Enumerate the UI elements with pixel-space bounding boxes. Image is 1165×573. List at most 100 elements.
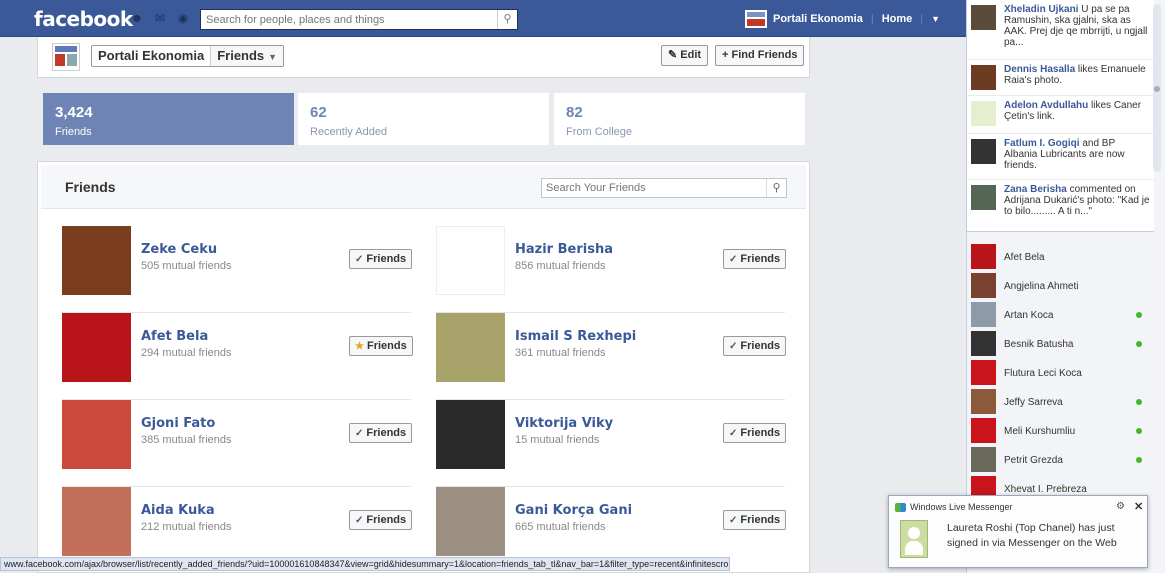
- global-search-input[interactable]: [201, 10, 491, 29]
- friends-button-label: Friends: [740, 253, 781, 265]
- chat-contact[interactable]: Angjelina Ahmeti: [967, 273, 1154, 302]
- page-avatar[interactable]: [745, 10, 767, 28]
- ticker-text: Xheladin Ujkani U pa se pa Ramushin, ska…: [1004, 4, 1150, 48]
- friends-button[interactable]: ✓ Friends: [349, 249, 413, 269]
- ticker-scrollbar[interactable]: [1153, 4, 1161, 172]
- friend-name[interactable]: Hazir Berisha: [515, 242, 613, 257]
- facebook-logo[interactable]: facebook: [34, 7, 133, 31]
- check-icon: ✓: [729, 428, 738, 439]
- mutual-friends[interactable]: 665 mutual friends: [515, 521, 606, 533]
- friend-name[interactable]: Viktorija Viky: [515, 416, 613, 431]
- nav-page-name[interactable]: Portali Ekonomia: [773, 13, 863, 25]
- pencil-icon: ✎: [668, 49, 678, 61]
- chat-contact[interactable]: Flutura Leci Koca: [967, 360, 1154, 389]
- chevron-down-icon: ▼: [268, 52, 278, 62]
- friends-button[interactable]: ✓ Friends: [723, 510, 787, 530]
- friend-name[interactable]: Gani Korça Gani: [515, 503, 632, 518]
- stat-count: 82: [566, 104, 583, 121]
- chat-avatar: [971, 389, 996, 414]
- friend-photo[interactable]: [436, 313, 505, 382]
- messenger-notification[interactable]: Windows Live Messenger ⚙ ✕ Laureta Roshi…: [888, 495, 1148, 568]
- edit-button[interactable]: ✎ Edit: [661, 45, 709, 66]
- ticker-avatar[interactable]: [971, 65, 996, 90]
- friend-card: Afet Bela 294 mutual friends ★ Friends: [62, 313, 413, 400]
- check-icon: ✓: [729, 341, 738, 352]
- nav-home-link[interactable]: Home: [882, 13, 913, 25]
- friend-name[interactable]: Aida Kuka: [141, 503, 215, 518]
- ticker-avatar[interactable]: [971, 101, 996, 126]
- ticker-actor[interactable]: Fatlum I. Gogiqi: [1004, 138, 1080, 149]
- close-icon[interactable]: ✕: [1134, 500, 1143, 513]
- friend-name[interactable]: Ismail S Rexhepi: [515, 329, 636, 344]
- ticker-avatar[interactable]: [971, 5, 996, 30]
- friend-photo[interactable]: [436, 487, 505, 556]
- chat-contact[interactable]: Petrit Grezda: [967, 447, 1154, 476]
- page-thumbnail[interactable]: [52, 43, 80, 71]
- breadcrumb-page[interactable]: Portali Ekonomia: [92, 46, 212, 66]
- friend-photo[interactable]: [62, 487, 131, 556]
- online-status-icon: [1136, 399, 1142, 405]
- ticker-avatar[interactable]: [971, 185, 996, 210]
- nav-right: Portali Ekonomia | Home | ▼: [745, 10, 940, 28]
- friends-panel-title: Friends: [65, 179, 116, 195]
- chat-contact[interactable]: Jeffy Sarreva: [967, 389, 1154, 418]
- friends-button[interactable]: ✓ Friends: [723, 249, 787, 269]
- chat-contact-name: Meli Kurshumliu: [1004, 426, 1076, 437]
- ticker-item[interactable]: Fatlum I. Gogiqi and BP Albania Lubrican…: [967, 134, 1154, 180]
- mutual-friends[interactable]: 505 mutual friends: [141, 260, 232, 272]
- ticker-actor[interactable]: Xheladin Ujkani: [1004, 4, 1078, 15]
- ticker-item[interactable]: Xheladin Ujkani U pa se pa Ramushin, ska…: [967, 0, 1154, 60]
- ticker-text: Fatlum I. Gogiqi and BP Albania Lubrican…: [1004, 138, 1150, 171]
- mutual-friends[interactable]: 856 mutual friends: [515, 260, 606, 272]
- friend-requests-icon[interactable]: ☻: [130, 12, 144, 25]
- friend-name[interactable]: Zeke Ceku: [141, 242, 217, 257]
- mutual-friends[interactable]: 212 mutual friends: [141, 521, 232, 533]
- mutual-friends[interactable]: 15 mutual friends: [515, 434, 599, 446]
- ticker-item[interactable]: Dennis Hasalla likes Emanuele Raia's pho…: [967, 60, 1154, 96]
- friends-button[interactable]: ★ Friends: [349, 336, 413, 356]
- chat-contact[interactable]: Meli Kurshumliu: [967, 418, 1154, 447]
- stat-recently-added[interactable]: 62 Recently Added: [298, 93, 549, 145]
- friends-button[interactable]: ✓ Friends: [349, 423, 413, 443]
- messenger-avatar: [900, 520, 928, 558]
- chat-contact[interactable]: Artan Koca: [967, 302, 1154, 331]
- search-icon[interactable]: ⚲: [766, 179, 786, 197]
- ticker-actor[interactable]: Zana Berisha: [1004, 184, 1067, 195]
- mutual-friends[interactable]: 385 mutual friends: [141, 434, 232, 446]
- ticker-text: Dennis Hasalla likes Emanuele Raia's pho…: [1004, 64, 1150, 86]
- mutual-friends[interactable]: 294 mutual friends: [141, 347, 232, 359]
- ticker-actor[interactable]: Dennis Hasalla: [1004, 64, 1075, 75]
- friends-button[interactable]: ✓ Friends: [723, 423, 787, 443]
- stat-from-college[interactable]: 82 From College: [554, 93, 805, 145]
- stat-friends[interactable]: 3,424 Friends: [43, 93, 294, 145]
- mutual-friends[interactable]: 361 mutual friends: [515, 347, 606, 359]
- search-icon[interactable]: ⚲: [497, 10, 517, 29]
- nav-separator: |: [920, 13, 924, 25]
- friend-photo[interactable]: [436, 400, 505, 469]
- ticker-actor[interactable]: Adelon Avdullahu: [1004, 100, 1088, 111]
- notifications-icon[interactable]: ◉: [176, 12, 190, 25]
- friend-photo[interactable]: [62, 313, 131, 382]
- online-status-icon: [1136, 428, 1142, 434]
- ticker-item[interactable]: Adelon Avdullahu likes Caner Çetin's lin…: [967, 96, 1154, 134]
- ticker-avatar[interactable]: [971, 139, 996, 164]
- friend-photo[interactable]: [436, 226, 505, 295]
- chat-contact[interactable]: Afet Bela: [967, 244, 1154, 273]
- friends-button[interactable]: ✓ Friends: [723, 336, 787, 356]
- breadcrumb-section-dropdown[interactable]: Friends ▼: [211, 46, 284, 66]
- friends-search: ⚲: [541, 178, 787, 198]
- friends-button[interactable]: ✓ Friends: [349, 510, 413, 530]
- friend-name[interactable]: Gjoni Fato: [141, 416, 215, 431]
- messages-icon[interactable]: ✉: [153, 12, 167, 25]
- find-friends-button[interactable]: + Find Friends: [715, 45, 805, 66]
- friends-button-label: Friends: [740, 427, 781, 439]
- friend-name[interactable]: Afet Bela: [141, 329, 208, 344]
- friend-photo[interactable]: [62, 400, 131, 469]
- chat-avatar: [971, 244, 996, 269]
- chat-contact[interactable]: Besnik Batusha: [967, 331, 1154, 360]
- ticker-item[interactable]: Zana Berisha commented on Adrijana Dukar…: [967, 180, 1154, 231]
- friend-photo[interactable]: [62, 226, 131, 295]
- gear-icon[interactable]: ⚙: [1116, 501, 1125, 512]
- friends-search-input[interactable]: [542, 179, 762, 197]
- account-menu-icon[interactable]: ▼: [931, 14, 940, 24]
